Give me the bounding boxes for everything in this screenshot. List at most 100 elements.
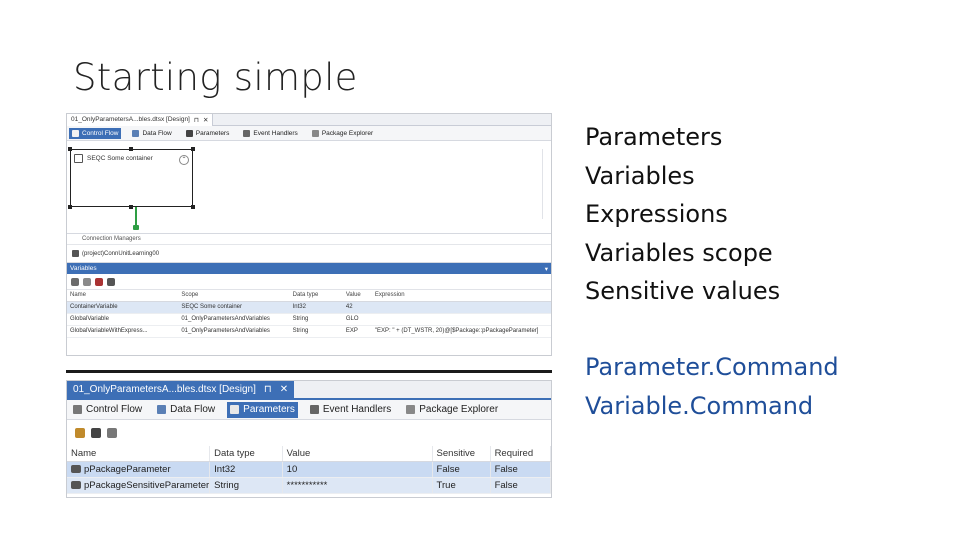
command-list: Parameter.Command Variable.Command bbox=[585, 348, 839, 425]
package-explorer-icon bbox=[311, 129, 319, 137]
grid-options-icon[interactable] bbox=[107, 277, 115, 286]
close-icon[interactable]: ✕ bbox=[280, 384, 288, 395]
tab-label: Data Flow bbox=[142, 129, 172, 137]
designer-tabs: Control Flow Data Flow Parameters Event … bbox=[67, 400, 551, 420]
tab-package-explorer[interactable]: Package Explorer bbox=[403, 402, 501, 418]
tab-event-handlers[interactable]: Event Handlers bbox=[307, 402, 394, 418]
bullet-item: Sensitive values bbox=[585, 277, 781, 305]
resize-handle[interactable] bbox=[129, 205, 133, 209]
column-header-expression[interactable]: Expression bbox=[371, 290, 551, 302]
add-parameter-icon[interactable] bbox=[75, 428, 85, 438]
package-explorer-icon bbox=[406, 405, 416, 414]
tab-control-flow[interactable]: Control Flow bbox=[70, 402, 145, 418]
tab-label: Control Flow bbox=[86, 404, 143, 415]
cell[interactable]: False bbox=[490, 461, 551, 478]
tab-data-flow[interactable]: Data Flow bbox=[129, 128, 174, 139]
container-icon bbox=[74, 154, 83, 163]
delete-variable-icon[interactable] bbox=[95, 277, 103, 286]
container-label: SEQC Some container bbox=[87, 155, 153, 162]
connection-manager-item[interactable]: (project)ConnUnitLearning00 bbox=[67, 245, 551, 263]
table-row[interactable]: ContainerVariable SEQC Some container In… bbox=[67, 301, 551, 314]
window-dropdown-icon[interactable]: ▾ bbox=[545, 265, 548, 273]
cell[interactable]: Int32 bbox=[209, 461, 283, 478]
table-row[interactable]: pPackageParameter Int32 10 False False bbox=[67, 461, 551, 478]
event-handlers-icon bbox=[243, 129, 251, 137]
cell[interactable]: GlobalVariableWithExpress... bbox=[67, 325, 179, 338]
zoom-slider[interactable] bbox=[542, 149, 550, 219]
collapse-chevron-icon[interactable]: ⌃ bbox=[179, 155, 189, 165]
column-header-scope[interactable]: Scope bbox=[178, 290, 290, 302]
tab-package-explorer[interactable]: Package Explorer bbox=[309, 128, 376, 139]
cell[interactable]: pPackageSensitiveParameter bbox=[67, 477, 211, 494]
cell[interactable]: SEQC Some container bbox=[178, 301, 290, 314]
cell[interactable]: GlobalVariable bbox=[67, 313, 179, 326]
tab-control-flow[interactable]: Control Flow bbox=[69, 127, 122, 139]
cell[interactable]: *********** bbox=[282, 477, 433, 494]
tab-event-handlers[interactable]: Event Handlers bbox=[240, 128, 300, 139]
cell[interactable]: 42 bbox=[342, 301, 372, 314]
pin-icon[interactable]: ⊓ bbox=[194, 116, 199, 124]
cell[interactable]: "EXP: " + (DT_WSTR, 20)@[$Package::pPack… bbox=[371, 325, 551, 338]
resize-handle[interactable] bbox=[129, 147, 133, 151]
designer-screenshot-parameters: 01_OnlyParametersA...bles.dtsx [Design] … bbox=[66, 380, 552, 498]
connection-managers-header: Connection Managers bbox=[67, 234, 551, 245]
document-tab[interactable]: 01_OnlyParametersA...bles.dtsx [Design] … bbox=[67, 114, 214, 126]
cell[interactable]: False bbox=[432, 461, 491, 478]
cell[interactable]: 01_OnlyParametersAndVariables bbox=[178, 325, 290, 338]
column-header-value[interactable]: Value bbox=[342, 290, 372, 302]
cell[interactable]: String bbox=[209, 477, 283, 494]
cell[interactable]: True bbox=[432, 477, 491, 494]
delete-parameter-icon[interactable] bbox=[91, 428, 101, 438]
cell[interactable]: ContainerVariable bbox=[67, 301, 179, 314]
resize-handle[interactable] bbox=[68, 205, 72, 209]
cell[interactable]: EXP bbox=[342, 325, 372, 338]
resize-handle[interactable] bbox=[191, 147, 195, 151]
tab-parameters[interactable]: Parameters bbox=[227, 401, 298, 418]
column-header-value[interactable]: Value bbox=[282, 446, 433, 462]
column-header-required[interactable]: Required bbox=[490, 446, 551, 462]
table-row[interactable]: pPackageSensitiveParameter String ******… bbox=[67, 477, 551, 494]
column-header-name[interactable]: Name bbox=[67, 446, 211, 462]
add-to-project-icon[interactable] bbox=[107, 428, 117, 438]
cell[interactable]: 10 bbox=[282, 461, 433, 478]
cell[interactable] bbox=[371, 313, 551, 326]
connection-icon bbox=[72, 250, 79, 257]
cell[interactable]: String bbox=[289, 325, 343, 338]
cell[interactable]: GLO bbox=[342, 313, 372, 326]
close-icon[interactable]: ✕ bbox=[203, 116, 208, 124]
parameters-icon bbox=[230, 405, 240, 414]
parameter-icon bbox=[71, 480, 81, 489]
tab-parameters[interactable]: Parameters bbox=[183, 128, 233, 139]
event-handlers-icon bbox=[309, 405, 319, 414]
move-variable-icon[interactable] bbox=[83, 277, 91, 286]
designer-screenshot-variables: 01_OnlyParametersA...bles.dtsx [Design] … bbox=[66, 113, 552, 356]
cell[interactable]: Int32 bbox=[289, 301, 343, 314]
cell[interactable]: pPackageParameter bbox=[67, 461, 211, 478]
precedence-connector[interactable] bbox=[135, 207, 137, 227]
column-header-name[interactable]: Name bbox=[67, 290, 179, 302]
table-row[interactable]: GlobalVariable 01_OnlyParametersAndVaria… bbox=[67, 313, 551, 326]
bullet-item: Parameters bbox=[585, 123, 723, 151]
command-item: Parameter.Command bbox=[585, 353, 839, 381]
control-flow-canvas[interactable]: SEQC Some container ⌃ bbox=[67, 141, 551, 234]
tab-label: Parameters bbox=[243, 404, 295, 415]
cell[interactable] bbox=[371, 301, 551, 314]
resize-handle[interactable] bbox=[68, 147, 72, 151]
column-header-data-type[interactable]: Data type bbox=[209, 446, 283, 462]
connection-manager-label: (project)ConnUnitLearning00 bbox=[82, 250, 160, 257]
cell[interactable]: False bbox=[490, 477, 551, 494]
column-header-sensitive[interactable]: Sensitive bbox=[432, 446, 491, 462]
table-row[interactable]: GlobalVariableWithExpress... 01_OnlyPara… bbox=[67, 325, 551, 338]
cell[interactable]: 01_OnlyParametersAndVariables bbox=[178, 313, 290, 326]
sequence-container[interactable]: SEQC Some container ⌃ bbox=[68, 147, 195, 209]
cell[interactable]: String bbox=[289, 313, 343, 326]
pin-icon[interactable]: ⊓ bbox=[264, 384, 272, 395]
column-header-data-type[interactable]: Data type bbox=[289, 290, 343, 302]
cell-text: pPackageSensitiveParameter bbox=[84, 479, 210, 491]
bullet-item: Expressions bbox=[585, 200, 728, 228]
document-tab[interactable]: 01_OnlyParametersA...bles.dtsx [Design] … bbox=[67, 381, 295, 398]
tab-label: Parameters bbox=[195, 129, 230, 137]
resize-handle[interactable] bbox=[191, 205, 195, 209]
add-variable-icon[interactable] bbox=[71, 277, 79, 286]
tab-data-flow[interactable]: Data Flow bbox=[154, 402, 218, 418]
